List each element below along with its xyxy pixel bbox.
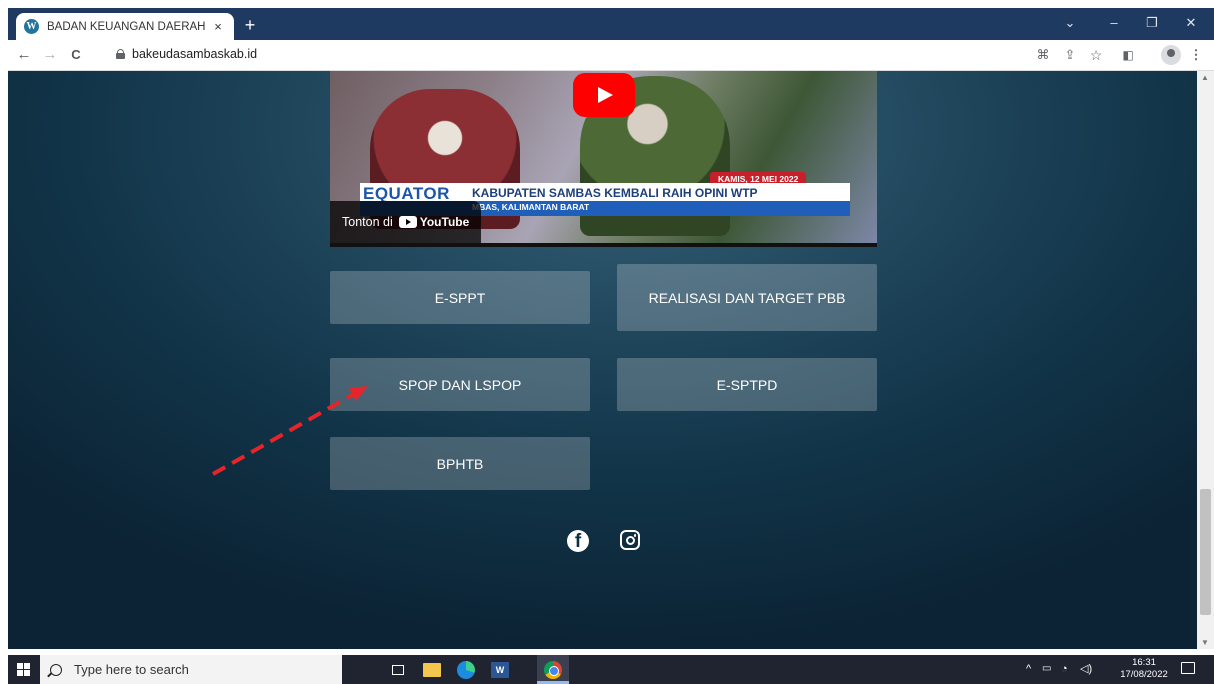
task-view-button[interactable] <box>387 659 409 681</box>
translate-icon[interactable]: ⌘ <box>1033 46 1053 64</box>
tray-chevron-icon[interactable]: ^ <box>1026 661 1031 677</box>
e-sppt-button[interactable]: E-SPPT <box>330 271 590 324</box>
file-explorer-button[interactable] <box>421 659 443 681</box>
taskbar-search-box[interactable]: Type here to search <box>40 655 342 684</box>
tab-search-dropdown-icon[interactable]: ⌄ <box>1050 14 1090 32</box>
e-sptpd-button[interactable]: E-SPTPD <box>617 358 877 411</box>
url-field[interactable]: bakeudasambaskab.id <box>132 47 257 61</box>
edge-icon <box>457 661 475 679</box>
watch-on-youtube-button[interactable]: Tonton di YouTube <box>330 201 482 243</box>
windows-start-button[interactable] <box>8 655 38 684</box>
windows-taskbar: Type here to search W ^ ▭ ◔ ◁) 16:31 17/… <box>8 655 1214 684</box>
share-icon[interactable]: ⇪ <box>1060 46 1080 64</box>
maximize-button[interactable]: ❐ <box>1132 14 1172 32</box>
tab-title: BADAN KEUANGAN DAERAH <box>47 20 206 33</box>
notification-icon[interactable] <box>1181 662 1195 674</box>
page-scrollbar[interactable]: ▲ ▼ <box>1197 71 1214 649</box>
watch-on-label: Tonton di <box>342 215 393 229</box>
chrome-icon <box>544 661 562 679</box>
facebook-icon[interactable]: f <box>567 530 589 552</box>
tab-close-icon[interactable]: × <box>210 19 226 34</box>
back-arrow-icon[interactable]: ← <box>14 46 34 64</box>
file-explorer-icon <box>423 663 441 677</box>
clock-time: 16:31 <box>1132 657 1156 668</box>
chrome-button[interactable] <box>542 659 564 681</box>
volume-icon[interactable]: ◁) <box>1080 661 1092 677</box>
clock-date: 17/08/2022 <box>1120 669 1168 680</box>
scrollbar-thumb[interactable] <box>1200 489 1211 615</box>
video-subline: MBAS, KALIMANTAN BARAT <box>472 202 590 212</box>
reload-icon[interactable]: C <box>66 46 86 64</box>
wifi-icon[interactable]: ◔ <box>1061 661 1068 677</box>
search-icon <box>50 663 62 676</box>
profile-icon[interactable] <box>1161 45 1181 65</box>
taskbar-clock[interactable]: 16:31 17/08/2022 <box>1115 657 1173 681</box>
menu-icon[interactable]: ⋮ <box>1186 46 1206 64</box>
forward-arrow-icon[interactable]: → <box>40 46 60 64</box>
edge-button[interactable] <box>455 659 477 681</box>
wordpress-favicon-icon: W <box>24 19 39 34</box>
browser-tab[interactable]: W BADAN KEUANGAN DAERAH × <box>16 13 234 40</box>
word-button[interactable]: W <box>489 659 511 681</box>
minimize-button[interactable]: – <box>1094 14 1134 32</box>
word-icon: W <box>491 662 509 678</box>
side-panel-icon[interactable]: ◧ <box>1118 46 1138 64</box>
lock-icon[interactable] <box>116 49 125 59</box>
spop-lspop-button[interactable]: SPOP DAN LSPOP <box>330 358 590 411</box>
web-page: KAMIS, 12 MEI 2022 EQUATOR KABUPATEN SAM… <box>8 71 1197 649</box>
play-button-icon[interactable] <box>573 73 635 117</box>
scroll-up-icon[interactable]: ▲ <box>1201 73 1209 82</box>
star-icon[interactable]: ☆ <box>1086 46 1106 64</box>
scroll-down-icon[interactable]: ▼ <box>1201 638 1209 647</box>
new-tab-button[interactable]: + <box>240 15 260 35</box>
browser-tab-bar: W BADAN KEUANGAN DAERAH × + ⌄ – ❐ ✕ <box>8 8 1214 40</box>
instagram-icon[interactable] <box>620 530 640 550</box>
close-window-button[interactable]: ✕ <box>1171 14 1211 32</box>
bphtb-button[interactable]: BPHTB <box>330 437 590 490</box>
realisasi-target-pbb-button[interactable]: REALISASI DAN TARGET PBB <box>617 264 877 331</box>
video-headline: KABUPATEN SAMBAS KEMBALI RAIH OPINI WTP <box>472 186 758 200</box>
address-toolbar: ← → C bakeudasambaskab.id ⌘ ⇪ ☆ ◧ ⋮ <box>8 40 1214 71</box>
search-placeholder: Type here to search <box>74 662 189 677</box>
battery-icon[interactable]: ▭ <box>1042 661 1051 677</box>
task-view-icon <box>392 665 404 675</box>
windows-logo-icon <box>16 663 30 676</box>
youtube-logo-icon: YouTube <box>398 215 469 229</box>
youtube-embed[interactable]: KAMIS, 12 MEI 2022 EQUATOR KABUPATEN SAM… <box>330 71 877 247</box>
